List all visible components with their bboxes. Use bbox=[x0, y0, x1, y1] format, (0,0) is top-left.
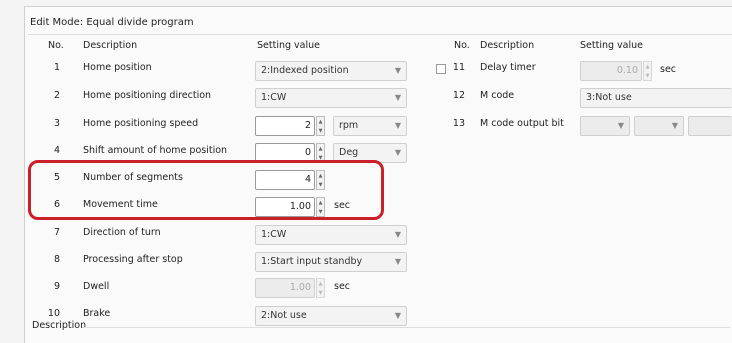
dwell-input: 1.00 bbox=[255, 278, 315, 298]
param-description: Delay timer bbox=[480, 62, 536, 73]
param-description: Direction of turn bbox=[83, 227, 161, 238]
unit-label: sec bbox=[334, 281, 351, 292]
speed-unit-select[interactable]: rpm ▼ bbox=[333, 116, 407, 136]
processing-after-stop-select[interactable]: 1:Start input standby ▼ bbox=[255, 252, 407, 272]
param-number: 2 bbox=[53, 90, 60, 101]
param-description: Brake bbox=[83, 308, 111, 319]
chevron-down-icon: ▼ bbox=[671, 121, 678, 130]
param-description: Home positioning direction bbox=[83, 90, 212, 101]
select-value: rpm bbox=[339, 120, 359, 131]
chevron-down-icon: ▼ bbox=[394, 311, 401, 320]
delay-timer-checkbox[interactable] bbox=[436, 64, 446, 74]
param-number: 8 bbox=[53, 254, 60, 265]
turn-direction-select[interactable]: 1:CW ▼ bbox=[255, 225, 407, 245]
highlight-box bbox=[28, 160, 384, 220]
right-header-setting-value: Setting value bbox=[580, 40, 643, 51]
m-code-bit-select-1: ▼ bbox=[580, 116, 630, 136]
home-direction-select[interactable]: 1:CW ▼ bbox=[255, 88, 407, 108]
right-header-no: No. bbox=[454, 40, 470, 51]
select-value: 1:CW bbox=[261, 92, 287, 103]
description-section-label: Description bbox=[32, 320, 87, 331]
edit-mode-title: Edit Mode: Equal divide program bbox=[30, 17, 194, 28]
param-description: Dwell bbox=[83, 281, 110, 292]
param-number: 11 bbox=[452, 62, 465, 73]
param-number: 1 bbox=[53, 62, 60, 73]
brake-select[interactable]: 2:Not use ▼ bbox=[255, 306, 407, 326]
chevron-down-icon: ▼ bbox=[394, 66, 401, 75]
right-header-description: Description bbox=[480, 40, 535, 51]
param-description: M code output bit bbox=[480, 118, 564, 129]
select-value: 3:Not use bbox=[586, 92, 632, 103]
chevron-down-icon: ▼ bbox=[394, 257, 401, 266]
param-description: Processing after stop bbox=[83, 254, 183, 265]
chevron-down-icon: ▼ bbox=[394, 148, 401, 157]
spin-arrows-icon[interactable]: ▲ ▼ bbox=[316, 116, 325, 136]
chevron-down-icon: ▼ bbox=[617, 121, 624, 130]
select-value: Deg bbox=[339, 147, 359, 158]
group-border bbox=[28, 34, 732, 35]
spin-arrows-icon: ▲ ▼ bbox=[643, 61, 652, 81]
param-description: Home position bbox=[83, 62, 152, 73]
m-code-select[interactable]: 3:Not use bbox=[580, 88, 732, 108]
delay-timer-input: 0.10 bbox=[580, 61, 642, 81]
param-description: Shift amount of home position bbox=[83, 145, 228, 156]
param-number: 4 bbox=[53, 145, 60, 156]
param-description: Home positioning speed bbox=[83, 118, 199, 129]
param-number: 3 bbox=[53, 118, 60, 129]
m-code-bit-select-2: ▼ bbox=[634, 116, 684, 136]
select-value: 1:CW bbox=[261, 229, 287, 240]
chevron-down-icon: ▼ bbox=[394, 230, 401, 239]
select-value: 1:Start input standby bbox=[261, 256, 363, 267]
left-header-description: Description bbox=[83, 40, 138, 51]
left-header-setting-value: Setting value bbox=[257, 40, 320, 51]
param-number: 7 bbox=[53, 227, 60, 238]
left-header-no: No. bbox=[48, 40, 64, 51]
unit-label: sec bbox=[660, 64, 677, 75]
m-code-bit-select-3 bbox=[688, 116, 732, 136]
chevron-down-icon: ▼ bbox=[394, 121, 401, 130]
param-number: 13 bbox=[452, 118, 465, 129]
description-section-border bbox=[82, 327, 730, 328]
home-position-select[interactable]: 2:Indexed position ▼ bbox=[255, 61, 407, 81]
home-speed-input[interactable]: 2 bbox=[255, 116, 315, 136]
param-description: M code bbox=[480, 90, 515, 101]
param-number: 12 bbox=[452, 90, 465, 101]
select-value: 2:Not use bbox=[261, 310, 307, 321]
select-value: 2:Indexed position bbox=[261, 65, 349, 76]
chevron-down-icon: ▼ bbox=[394, 93, 401, 102]
param-number: 10 bbox=[47, 308, 60, 319]
spin-arrows-icon: ▲ ▼ bbox=[316, 278, 325, 298]
param-number: 9 bbox=[53, 281, 60, 292]
